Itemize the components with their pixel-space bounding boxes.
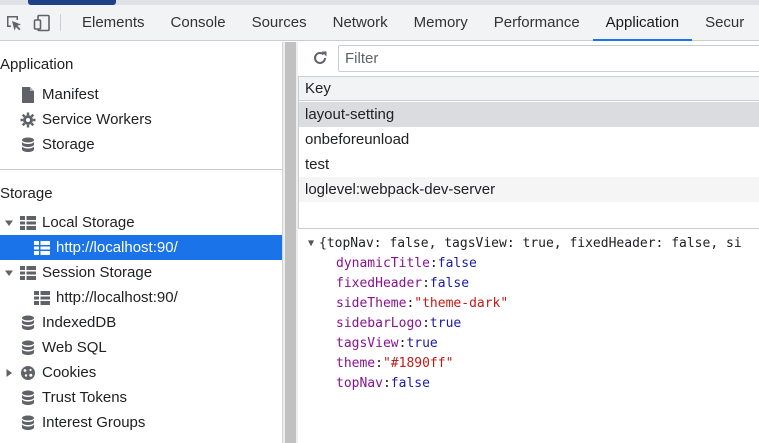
tab-performance[interactable]: Performance — [481, 5, 593, 40]
device-toolbar-icon[interactable] — [28, 5, 56, 40]
sidebar-item-label: Trust Tokens — [42, 389, 128, 406]
database-icon — [20, 137, 36, 153]
sidebar-item-local-storage-origin[interactable]: http://localhost:90/ — [0, 235, 282, 260]
storage-table: Key layout-setting onbeforeunload test l… — [298, 76, 759, 228]
property-value: "#1890ff" — [382, 356, 454, 371]
table-row[interactable]: test — [299, 152, 759, 177]
property-value: true — [429, 316, 462, 331]
sidebar-item-service-workers[interactable]: Service Workers — [0, 107, 282, 132]
tab-security[interactable]: Secur — [692, 5, 757, 40]
database-icon — [20, 315, 36, 331]
sidebar-item-label: Cookies — [42, 364, 97, 381]
toolbar-separator — [60, 14, 61, 31]
sidebar-item-label: Session Storage — [42, 264, 153, 281]
property-value: false — [437, 256, 477, 271]
table-grid-icon — [20, 215, 36, 231]
property-key: dynamicTitle — [336, 256, 430, 271]
table-divider — [298, 228, 759, 229]
sidebar-item-label: Manifest — [42, 86, 99, 103]
sidebar-item-label: Storage — [42, 136, 95, 153]
chevron-right-icon[interactable] — [4, 368, 14, 378]
column-header-key[interactable]: Key — [299, 76, 759, 101]
tab-console[interactable]: Console — [158, 5, 239, 40]
devtools-toolbar: Elements Console Sources Network Memory … — [0, 5, 759, 41]
sidebar-scrollbar-thumb[interactable] — [285, 42, 296, 443]
sidebar-item-label: Local Storage — [42, 214, 135, 231]
sidebar-item-local-storage[interactable]: Local Storage — [0, 210, 282, 235]
database-icon — [20, 415, 36, 431]
preview-property: dynamicTitle: false — [308, 254, 759, 274]
preview-property: sidebarLogo: true — [308, 314, 759, 334]
filter-input[interactable] — [338, 45, 759, 72]
tab-network[interactable]: Network — [320, 5, 401, 40]
cookie-icon — [20, 365, 36, 381]
sidebar-item-label: http://localhost:90/ — [56, 239, 178, 256]
preview-summary: {topNav: false, tagsView: true, fixedHea… — [319, 236, 742, 251]
inspect-element-icon[interactable] — [0, 5, 28, 40]
sidebar-item-web-sql[interactable]: Web SQL — [0, 335, 282, 360]
tab-application[interactable]: Application — [592, 5, 693, 41]
sidebar-item-label: Interest Groups — [42, 414, 146, 431]
table-grid-icon — [34, 290, 50, 306]
tab-memory[interactable]: Memory — [401, 5, 481, 40]
table-grid-icon — [20, 265, 36, 281]
property-key: fixedHeader — [336, 276, 423, 291]
sidebar-item-storage[interactable]: Storage — [0, 132, 282, 157]
file-icon — [20, 86, 36, 103]
chevron-down-icon[interactable] — [4, 218, 14, 228]
refresh-icon[interactable] — [304, 42, 336, 74]
property-value: false — [390, 376, 430, 391]
property-value: true — [406, 336, 438, 351]
property-key: topNav — [336, 376, 383, 391]
table-row[interactable]: layout-setting — [299, 102, 759, 127]
sidebar-item-cookies[interactable]: Cookies — [0, 360, 282, 385]
application-sidebar: Application Manifest Service Workers Sto… — [0, 42, 282, 443]
property-key: theme — [336, 356, 376, 371]
sidebar-item-session-storage-origin[interactable]: http://localhost:90/ — [0, 285, 282, 310]
table-row[interactable]: onbeforeunload — [299, 127, 759, 152]
preview-property: fixedHeader: false — [308, 274, 759, 294]
tab-sources[interactable]: Sources — [239, 5, 320, 40]
sidebar-item-session-storage[interactable]: Session Storage — [0, 260, 282, 285]
sidebar-item-indexeddb[interactable]: IndexedDB — [0, 310, 282, 335]
storage-main-panel: Key layout-setting onbeforeunload test l… — [298, 42, 759, 443]
tab-elements[interactable]: Elements — [69, 5, 158, 40]
sidebar-item-interest-groups[interactable]: Interest Groups — [0, 410, 282, 435]
sidebar-item-trust-tokens[interactable]: Trust Tokens — [0, 385, 282, 410]
value-preview: ▼ {topNav: false, tagsView: true, fixedHe… — [308, 234, 759, 394]
sidebar-item-label: http://localhost:90/ — [56, 289, 178, 306]
preview-property: tagsView: true — [308, 334, 759, 354]
sidebar-item-manifest[interactable]: Manifest — [0, 82, 282, 107]
filter-bar — [298, 42, 759, 74]
table-row[interactable]: loglevel:webpack-dev-server — [299, 177, 759, 202]
preview-property: theme: "#1890ff" — [308, 354, 759, 374]
sidebar-splitter[interactable] — [282, 42, 298, 443]
preview-property: sideTheme: "theme-dark" — [308, 294, 759, 314]
section-title-application: Application — [0, 56, 74, 73]
section-title-storage: Storage — [0, 185, 53, 202]
sidebar-divider — [0, 169, 282, 170]
property-key: sideTheme — [336, 296, 407, 311]
table-grid-icon — [34, 240, 50, 256]
preview-summary-line[interactable]: ▼ {topNav: false, tagsView: true, fixedHe… — [308, 234, 759, 254]
property-key: sidebarLogo — [336, 316, 423, 331]
database-icon — [20, 340, 36, 356]
chevron-down-icon[interactable]: ▼ — [308, 234, 319, 254]
database-icon — [20, 390, 36, 406]
sidebar-item-label: IndexedDB — [42, 314, 117, 331]
sidebar-item-label: Web SQL — [42, 339, 107, 356]
preview-property: topNav: false — [308, 374, 759, 394]
gear-icon — [20, 112, 36, 128]
sidebar-item-label: Service Workers — [42, 111, 152, 128]
property-key: tagsView — [336, 336, 399, 351]
chevron-down-icon[interactable] — [4, 268, 14, 278]
property-value: false — [429, 276, 470, 291]
property-value: "theme-dark" — [414, 296, 509, 311]
